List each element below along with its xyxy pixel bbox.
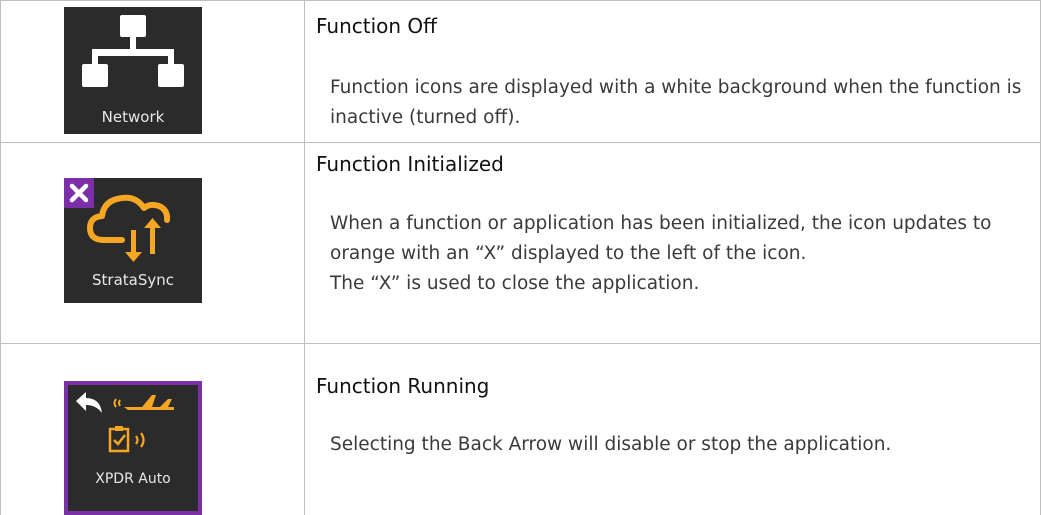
close-x-badge[interactable] (64, 178, 94, 208)
network-icon (82, 15, 184, 87)
row-description: Selecting the Back Arrow will disable or… (330, 434, 892, 455)
table-row-divider (0, 343, 1041, 344)
row-description: When a function or application has been … (330, 213, 992, 264)
table-border-left (0, 0, 1, 515)
tile-label: Network (101, 108, 165, 126)
row-title: Function Off (316, 14, 437, 38)
row-title: Function Running (316, 374, 490, 398)
tile-label: XPDR Auto (95, 471, 171, 487)
table-row-divider (0, 142, 1041, 143)
table-column-divider (304, 0, 305, 515)
row-title: Function Initialized (316, 152, 504, 176)
row-description: Function icons are displayed with a whit… (330, 77, 1022, 128)
close-icon (69, 183, 89, 203)
row-description-note: The “X” is used to close the application… (330, 273, 700, 294)
network-tile: Network (64, 7, 202, 134)
tile-label: StrataSync (92, 271, 174, 289)
stratasync-tile: StrataSync (64, 178, 202, 303)
table-border-top (0, 0, 1041, 1)
xpdr-auto-tile: XPDR Auto (64, 381, 202, 515)
transponder-icon (108, 395, 174, 453)
